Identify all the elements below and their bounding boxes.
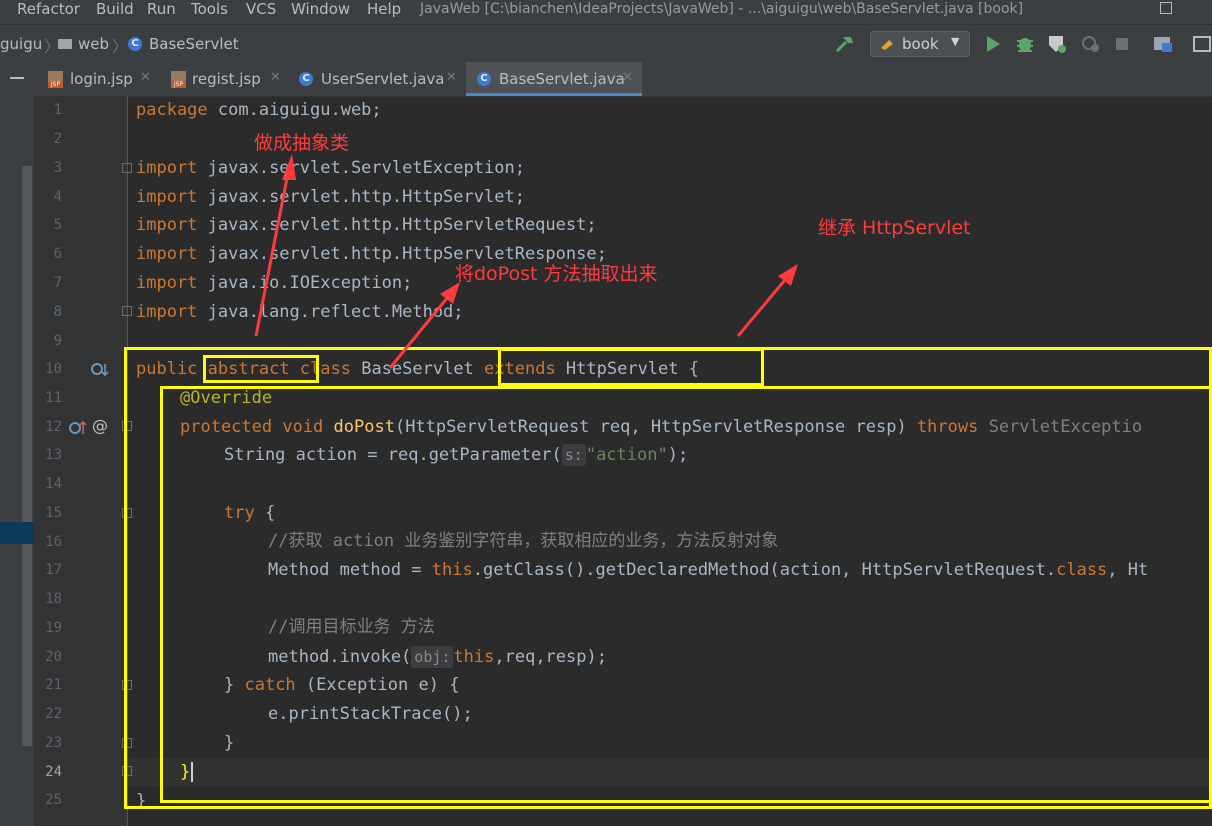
arrow-abstract <box>254 167 291 337</box>
annotation-extract-dopost: 将doPost 方法抽取出来 <box>455 263 658 285</box>
annotation-extends-httpservlet: 继承 HttpServlet <box>818 217 971 239</box>
arrow-extends <box>736 273 792 337</box>
arrow-abstract-head <box>282 154 296 180</box>
arrow-dopost <box>388 291 454 369</box>
annotation-abstract-class: 做成抽象类 <box>254 132 350 154</box>
annotation-arrows <box>254 154 798 369</box>
